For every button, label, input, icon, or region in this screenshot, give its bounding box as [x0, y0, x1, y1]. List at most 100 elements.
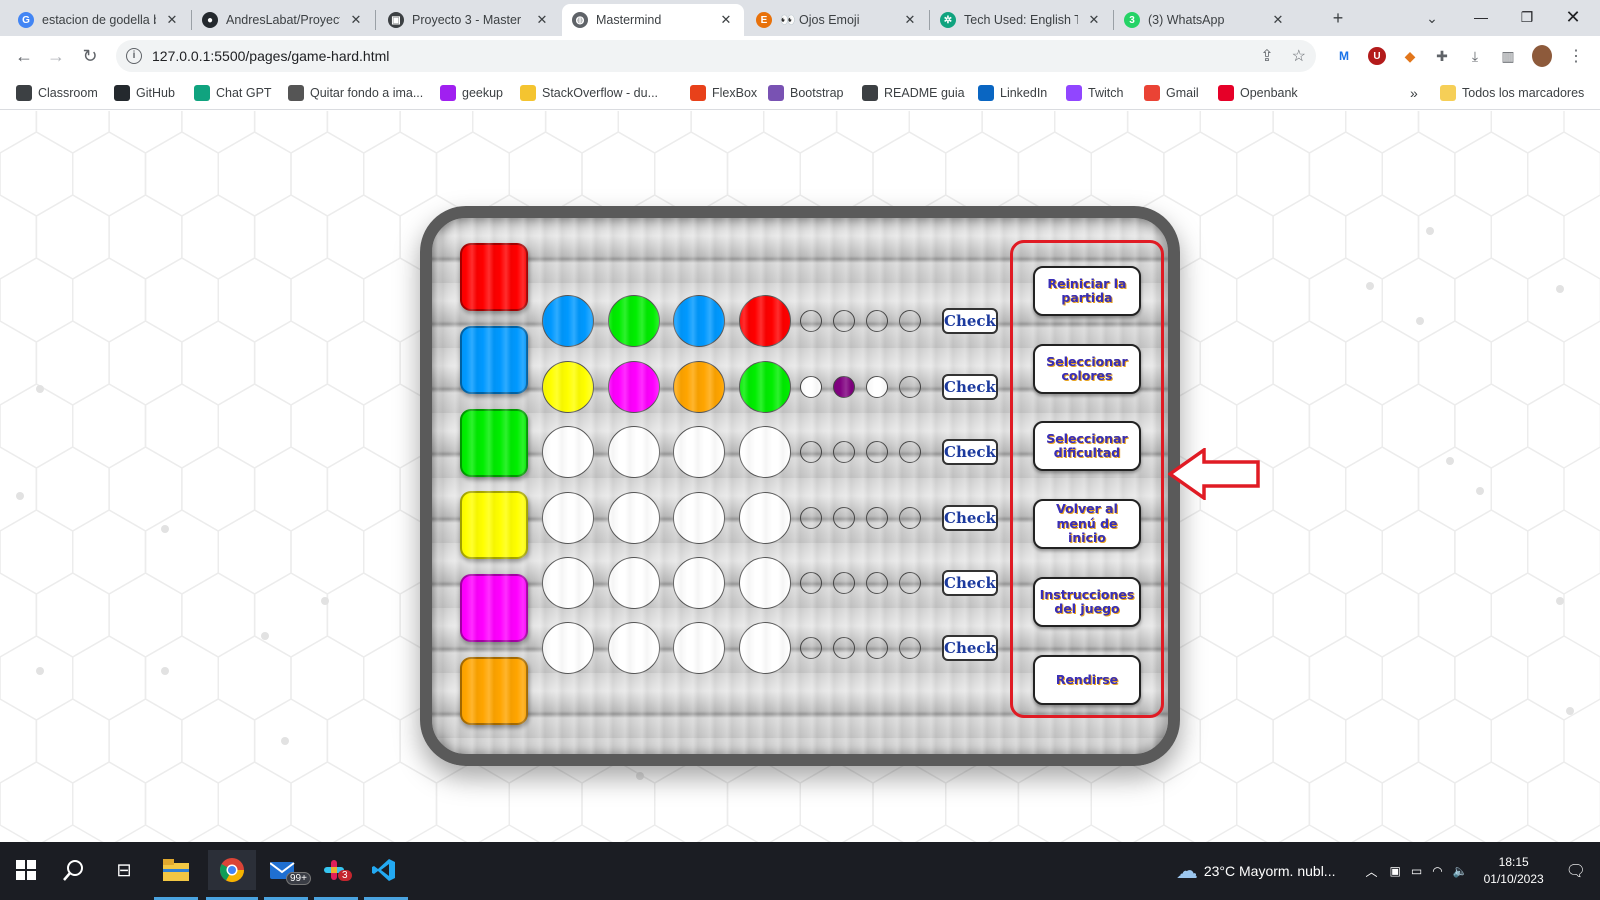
tab-close-icon[interactable]: ✕ — [718, 12, 734, 28]
side-panel-icon[interactable]: ▥ — [1498, 46, 1518, 66]
bookmark-item[interactable]: Openbank — [1218, 84, 1298, 102]
surrender-button[interactable]: Rendirse — [1033, 655, 1141, 705]
guess-peg[interactable] — [608, 622, 660, 674]
volume-icon[interactable]: 🔈 — [1453, 864, 1468, 878]
bookmark-item[interactable]: Twitch — [1066, 84, 1123, 102]
tab-close-icon[interactable]: ✕ — [348, 12, 364, 28]
notifications-icon[interactable]: 🗨 — [1566, 861, 1586, 881]
tab-search-icon[interactable]: ⌄ — [1418, 4, 1446, 32]
mail-taskbar-icon[interactable]: 99+ — [264, 850, 311, 890]
browser-tab[interactable]: E 👀 Ojos Emoji ✕ — [746, 4, 928, 36]
restore-button[interactable]: ❐ — [1504, 0, 1550, 34]
bookmark-item[interactable]: Classroom — [16, 84, 98, 102]
select-difficulty-button[interactable]: Seleccionar dificultad — [1033, 421, 1141, 471]
check-button[interactable]: Check — [942, 635, 998, 661]
bookmark-item[interactable]: Quitar fondo a ima... — [288, 84, 423, 102]
download-icon[interactable]: ⤓ — [1465, 46, 1485, 66]
bookmark-item[interactable]: Chat GPT — [194, 84, 272, 102]
slack-taskbar-icon[interactable]: 3 — [314, 850, 354, 890]
bookmark-item[interactable]: StackOverflow - du... — [520, 84, 658, 102]
guess-peg[interactable] — [542, 295, 594, 347]
close-window-button[interactable]: ✕ — [1550, 0, 1596, 34]
guess-peg[interactable] — [739, 295, 791, 347]
tab-close-icon[interactable]: ✕ — [1270, 12, 1286, 28]
wifi-icon[interactable]: ◠ — [1432, 864, 1442, 878]
bookmark-item[interactable]: FlexBox — [690, 84, 757, 102]
guess-peg[interactable] — [673, 295, 725, 347]
browser-tab[interactable]: ▣ Proyecto 3 - Master ✕ — [378, 4, 560, 36]
color-swatch[interactable] — [460, 409, 528, 477]
check-button[interactable]: Check — [942, 374, 998, 400]
minimize-button[interactable]: — — [1458, 0, 1504, 34]
bookmarks-overflow-button[interactable]: » — [1410, 84, 1418, 102]
check-button[interactable]: Check — [942, 505, 998, 531]
clock[interactable]: 18:15 01/10/2023 — [1484, 854, 1544, 888]
guess-peg[interactable] — [739, 557, 791, 609]
more-menu-icon[interactable]: ⋮ — [1566, 46, 1586, 66]
bookmark-item[interactable]: geekup — [440, 84, 503, 102]
weather-text[interactable]: 23°C Mayorm. nubl... — [1204, 863, 1336, 879]
color-swatch[interactable] — [460, 491, 528, 559]
browser-tab[interactable]: Gestacion de godella b ✕ — [8, 4, 190, 36]
guess-peg[interactable] — [542, 622, 594, 674]
extensions-puzzle-icon[interactable]: ✚ — [1432, 46, 1452, 66]
guess-peg[interactable] — [608, 557, 660, 609]
browser-tab[interactable]: ✲ Tech Used: English Tr ✕ — [930, 4, 1112, 36]
browser-tab[interactable]: ◍ Mastermind ✕ — [562, 4, 744, 36]
browser-tab[interactable]: 3 (3) WhatsApp ✕ — [1114, 4, 1296, 36]
guess-peg[interactable] — [673, 622, 725, 674]
guess-peg[interactable] — [739, 622, 791, 674]
guess-peg[interactable] — [739, 426, 791, 478]
guess-peg[interactable] — [542, 557, 594, 609]
guess-peg[interactable] — [673, 361, 725, 413]
task-view-icon[interactable]: ⊟ — [104, 850, 144, 890]
forward-icon[interactable]: → — [42, 42, 70, 70]
tab-close-icon[interactable]: ✕ — [902, 12, 918, 28]
guess-peg[interactable] — [608, 295, 660, 347]
bookmark-item[interactable]: GitHub — [114, 84, 175, 102]
tab-close-icon[interactable]: ✕ — [534, 12, 550, 28]
color-swatch[interactable] — [460, 326, 528, 394]
file-explorer-icon[interactable] — [156, 850, 196, 890]
share-icon[interactable]: ⇪ — [1260, 46, 1273, 66]
extension-m-icon[interactable]: M — [1334, 46, 1354, 66]
color-swatch[interactable] — [460, 243, 528, 311]
metamask-icon[interactable]: ◆ — [1400, 46, 1420, 66]
new-tab-button[interactable]: + — [1324, 4, 1352, 32]
address-bar[interactable]: i 127.0.0.1:5500/pages/game-hard.html ⇪ … — [116, 40, 1316, 72]
restart-game-button[interactable]: Reiniciar la partida — [1033, 266, 1141, 316]
guess-peg[interactable] — [608, 492, 660, 544]
guess-peg[interactable] — [739, 492, 791, 544]
meet-icon[interactable]: ▣ — [1390, 864, 1401, 878]
bookmark-star-icon[interactable]: ☆ — [1292, 46, 1306, 66]
color-swatch[interactable] — [460, 657, 528, 725]
guess-peg[interactable] — [542, 426, 594, 478]
check-button[interactable]: Check — [942, 308, 998, 334]
guess-peg[interactable] — [608, 361, 660, 413]
bookmark-item[interactable]: Gmail — [1144, 84, 1199, 102]
reload-icon[interactable]: ↻ — [76, 42, 104, 70]
weather-cloud-icon[interactable]: ☁ — [1176, 858, 1198, 884]
check-button[interactable]: Check — [942, 439, 998, 465]
tray-chevron-icon[interactable]: ︿ — [1365, 863, 1377, 880]
guess-peg[interactable] — [608, 426, 660, 478]
back-to-menu-button[interactable]: Volver al menú de inicio — [1033, 499, 1141, 549]
guess-peg[interactable] — [673, 557, 725, 609]
select-colors-button[interactable]: Seleccionar colores — [1033, 344, 1141, 394]
check-button[interactable]: Check — [942, 570, 998, 596]
guess-peg[interactable] — [542, 361, 594, 413]
url-text[interactable]: 127.0.0.1:5500/pages/game-hard.html — [152, 48, 389, 64]
back-icon[interactable]: ← — [10, 42, 38, 70]
guess-peg[interactable] — [673, 492, 725, 544]
bookmark-item[interactable]: README guia — [862, 84, 965, 102]
color-swatch[interactable] — [460, 574, 528, 642]
site-info-icon[interactable]: i — [126, 48, 142, 64]
guess-peg[interactable] — [542, 492, 594, 544]
all-bookmarks-folder[interactable]: Todos los marcadores — [1440, 84, 1584, 102]
bookmark-item[interactable]: LinkedIn — [978, 84, 1047, 102]
battery-icon[interactable]: ▭ — [1411, 864, 1422, 878]
search-icon[interactable] — [54, 850, 94, 890]
tab-close-icon[interactable]: ✕ — [1086, 12, 1102, 28]
guess-peg[interactable] — [673, 426, 725, 478]
windows-start-icon[interactable] — [6, 850, 46, 890]
